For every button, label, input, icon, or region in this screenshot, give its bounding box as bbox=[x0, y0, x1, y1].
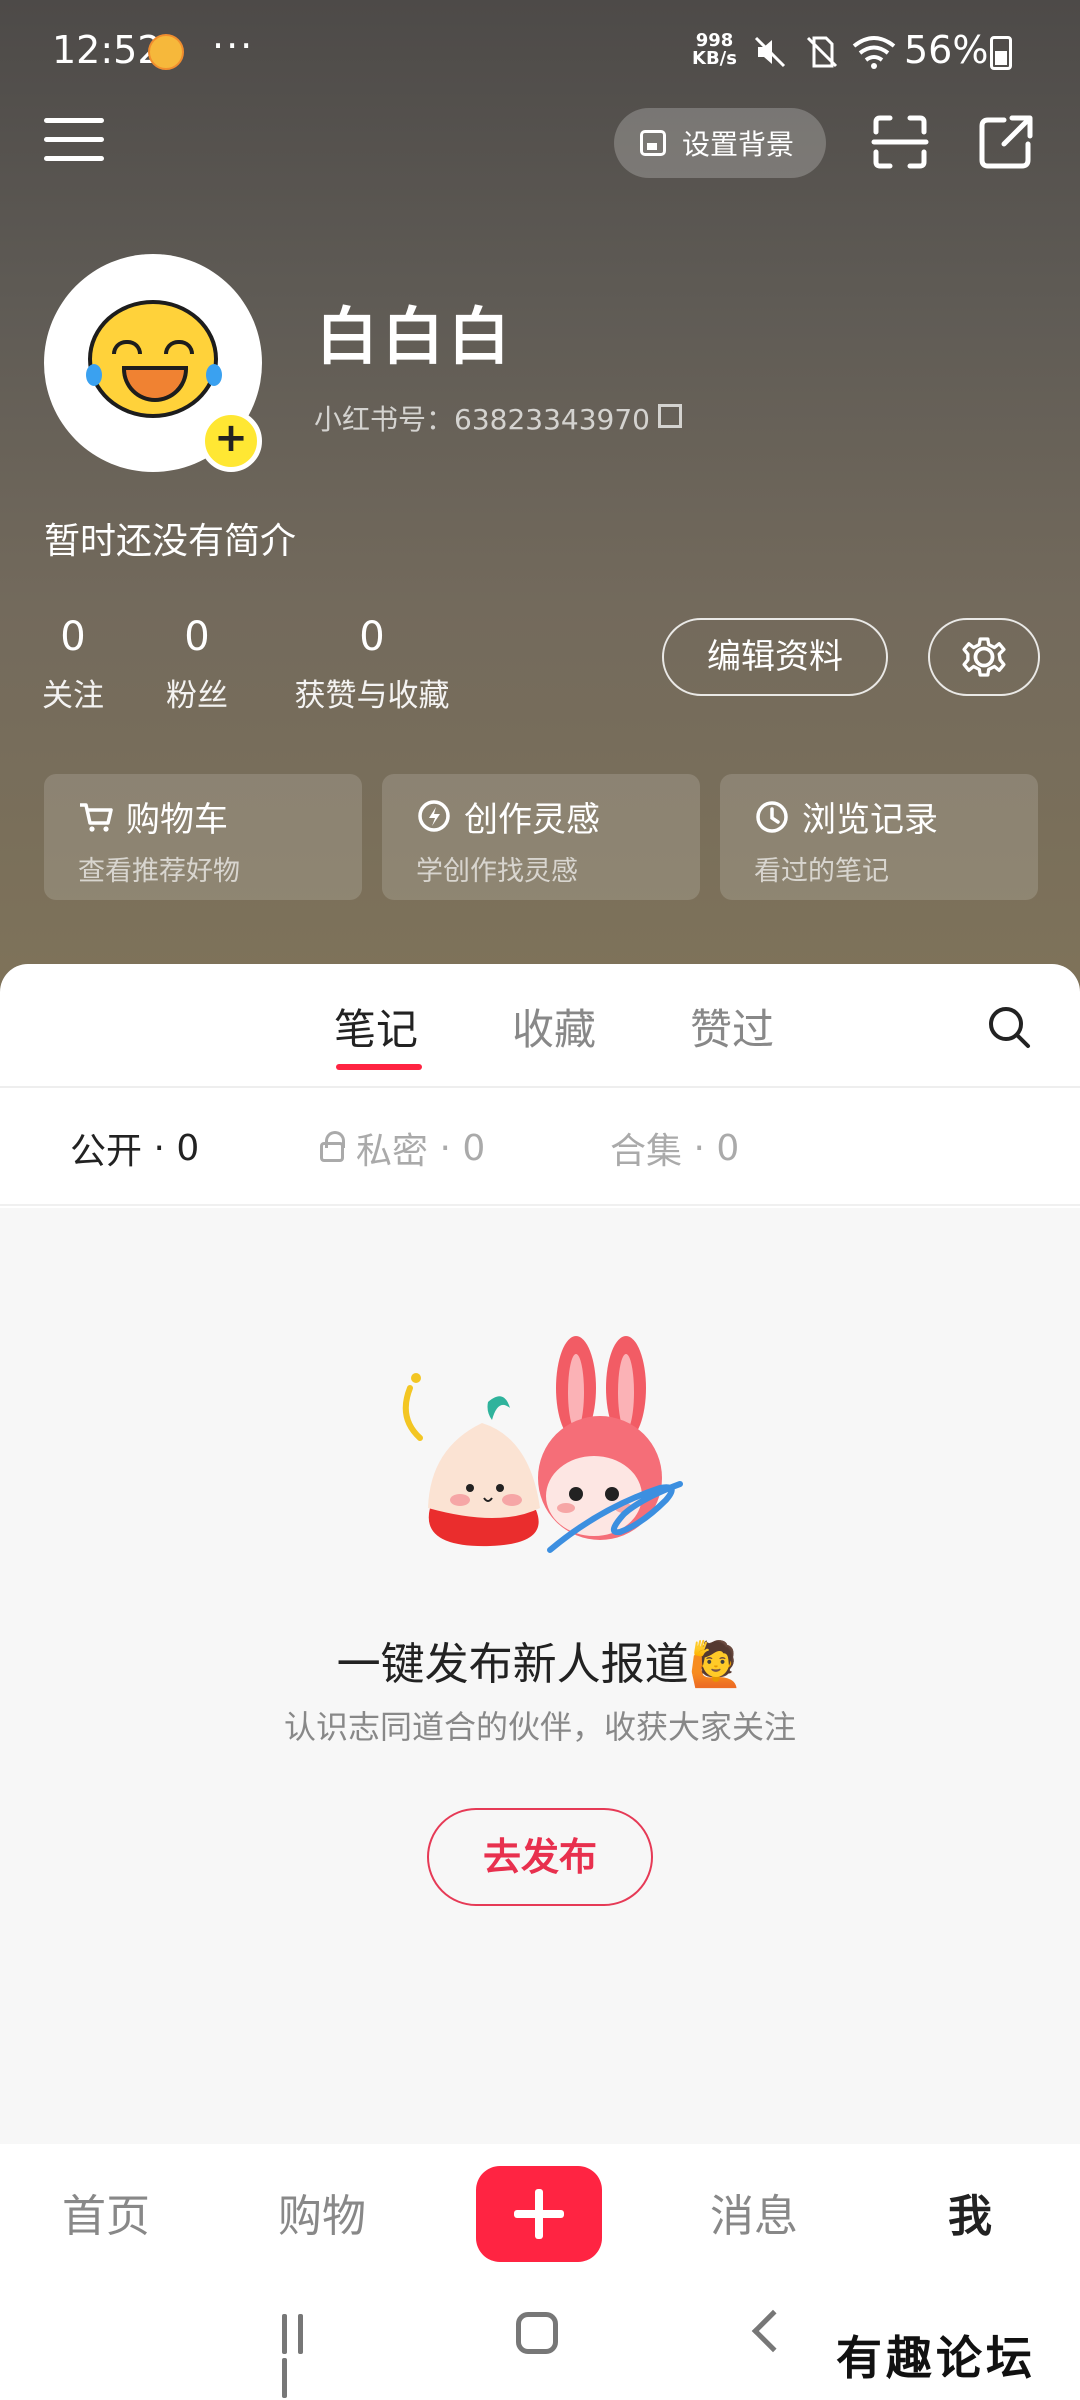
home-icon[interactable] bbox=[516, 2312, 558, 2354]
edit-profile-button[interactable]: 编辑资料 bbox=[662, 618, 888, 696]
nav-home[interactable]: 首页 bbox=[62, 2180, 150, 2244]
create-post-plus-icon[interactable] bbox=[476, 2166, 602, 2262]
stat-count: 0 bbox=[60, 614, 86, 660]
stat-count: 0 bbox=[184, 614, 210, 660]
nav-messages[interactable]: 消息 bbox=[710, 2180, 798, 2244]
no-sim-icon bbox=[806, 36, 838, 68]
stat-likes-saves[interactable]: 0 获赞与收藏 bbox=[288, 614, 456, 715]
status-time: 12:52 bbox=[52, 28, 162, 72]
net-speed-unit: KB/s bbox=[692, 48, 737, 69]
filter-count: · 0 bbox=[153, 1127, 200, 1169]
bottom-nav: 首页 购物 消息 我 bbox=[0, 2144, 1080, 2284]
empty-state-title: 一键发布新人报道🙋 bbox=[336, 1639, 744, 1690]
nav-me[interactable]: 我 bbox=[948, 2180, 992, 2244]
tab-collections[interactable]: 收藏 bbox=[512, 996, 596, 1057]
image-icon bbox=[640, 130, 666, 156]
bio-text[interactable]: 暂时还没有简介 bbox=[44, 512, 296, 564]
filter-count: · 0 bbox=[693, 1127, 740, 1169]
back-icon[interactable] bbox=[751, 2309, 795, 2353]
wifi-icon bbox=[852, 36, 896, 69]
username: 白白白 bbox=[316, 300, 515, 373]
filter-public[interactable]: 公开 · 0 bbox=[70, 1122, 199, 1174]
stat-label: 粉丝 bbox=[166, 678, 228, 714]
battery-percent: 56% bbox=[904, 28, 989, 72]
go-publish-button[interactable]: 去发布 bbox=[427, 1808, 653, 1906]
filter-label: 私密 bbox=[356, 1131, 429, 1172]
qr-code-icon[interactable] bbox=[658, 404, 682, 428]
stat-label: 获赞与收藏 bbox=[294, 678, 450, 714]
note-filter-bar: 公开 · 0 私密 · 0 合集 · 0 bbox=[0, 1088, 1080, 1206]
bulb-icon bbox=[418, 799, 450, 832]
cart-icon bbox=[80, 802, 113, 832]
mascot-illustration bbox=[402, 1336, 683, 1553]
stat-count: 0 bbox=[359, 614, 385, 660]
recent-apps-icon[interactable] bbox=[282, 2314, 326, 2398]
add-avatar-plus-icon[interactable]: + bbox=[200, 410, 262, 472]
set-background-button[interactable]: 设置背景 bbox=[614, 108, 826, 178]
share-icon[interactable] bbox=[976, 112, 1036, 172]
filter-count: · 0 bbox=[439, 1127, 486, 1169]
gear-icon bbox=[962, 637, 1006, 677]
filter-albums[interactable]: 合集 · 0 bbox=[610, 1122, 739, 1174]
shortcut-title: 浏览记录 bbox=[802, 800, 938, 840]
empty-state-subtitle: 认识志同道合的伙伴，收获大家关注 bbox=[283, 1708, 796, 1746]
laughing-face-icon bbox=[86, 300, 222, 418]
shortcut-subtitle: 看过的笔记 bbox=[754, 856, 889, 887]
status-bar: 12:52 ··· 998 KB/s 56% bbox=[0, 0, 1080, 100]
nav-shop[interactable]: 购物 bbox=[278, 2180, 366, 2244]
shortcut-subtitle: 查看推荐好物 bbox=[78, 856, 240, 887]
lock-icon bbox=[320, 1131, 345, 1162]
filter-label: 合集 bbox=[610, 1131, 683, 1172]
shortcut-inspiration[interactable]: 创作灵感 学创作找灵感 bbox=[382, 774, 700, 900]
shortcut-history[interactable]: 浏览记录 看过的笔记 bbox=[720, 774, 1038, 900]
tab-liked[interactable]: 赞过 bbox=[690, 996, 774, 1057]
filter-private[interactable]: 私密 · 0 bbox=[320, 1122, 485, 1174]
filter-label: 公开 bbox=[70, 1131, 143, 1172]
menu-icon[interactable] bbox=[44, 118, 104, 170]
user-id: 小红书号：63823343970 bbox=[314, 403, 650, 436]
tab-notes[interactable]: 笔记 bbox=[334, 996, 418, 1057]
tab-bar: 笔记 收藏 赞过 bbox=[0, 964, 1080, 1088]
shortcut-title: 购物车 bbox=[126, 800, 228, 840]
battery-icon bbox=[990, 36, 1012, 70]
tab-active-indicator bbox=[336, 1064, 422, 1070]
empty-state: 一键发布新人报道🙋 认识志同道合的伙伴，收获大家关注 去发布 bbox=[0, 1208, 1080, 2144]
stat-followers[interactable]: 0 粉丝 bbox=[164, 614, 230, 715]
stat-label: 关注 bbox=[42, 678, 104, 714]
scan-icon[interactable] bbox=[870, 112, 930, 172]
shortcut-title: 创作灵感 bbox=[464, 800, 600, 840]
shortcut-subtitle: 学创作找灵感 bbox=[416, 856, 578, 887]
mute-icon bbox=[754, 36, 786, 68]
settings-button[interactable] bbox=[928, 618, 1040, 696]
clock-icon bbox=[756, 800, 788, 833]
content-panel: 笔记 收藏 赞过 公开 · 0 私密 · 0 合集 · 0 一键发布新人报道🙋 … bbox=[0, 964, 1080, 2144]
set-background-label: 设置背景 bbox=[682, 128, 795, 161]
search-icon[interactable] bbox=[986, 1004, 1032, 1050]
status-more-dots: ··· bbox=[212, 24, 255, 68]
shortcut-cart[interactable]: 购物车 查看推荐好物 bbox=[44, 774, 362, 900]
stat-following[interactable]: 0 关注 bbox=[40, 614, 106, 715]
notification-avatar-icon bbox=[148, 34, 184, 70]
net-speed: 998 KB/s bbox=[692, 32, 737, 68]
watermark: 有趣论坛 bbox=[836, 2331, 1036, 2385]
